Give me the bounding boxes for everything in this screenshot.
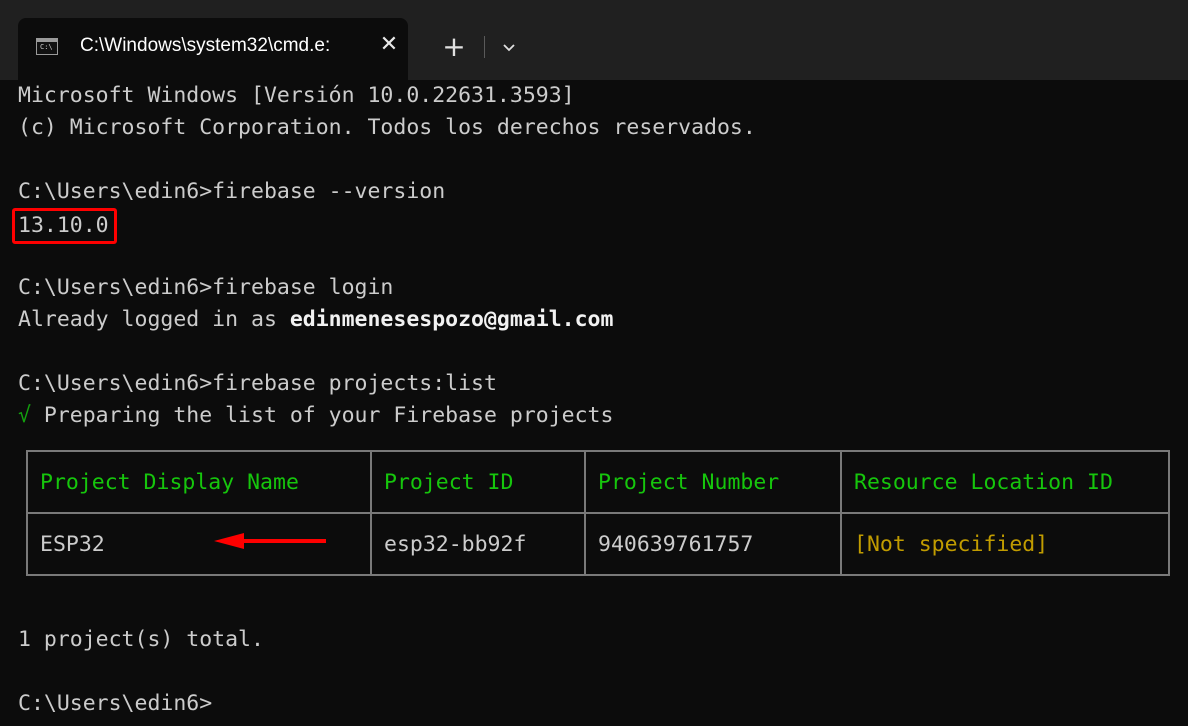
- banner-line: Microsoft Windows [Versión 10.0.22631.35…: [18, 83, 575, 108]
- table-row: ESP32 esp32-bb92f 940639761757 [Not spec…: [26, 512, 1170, 576]
- tab-title: C:\Windows\system32\cmd.e:: [80, 35, 331, 56]
- terminal-window: C:\ C:\Windows\system32\cmd.e: ✕ + Micro…: [0, 0, 1188, 726]
- command-line: C:\Users\edin6>firebase login: [18, 275, 394, 300]
- preparing-text: Preparing the list of your Firebase proj…: [30, 403, 614, 428]
- command-line: C:\Users\edin6>firebase projects:list: [18, 371, 497, 396]
- close-tab-button[interactable]: ✕: [374, 30, 404, 60]
- table-header-row: Project Display Name Project ID Project …: [26, 450, 1170, 514]
- command-line: C:\Users\edin6>firebase --version: [18, 179, 446, 204]
- preparing-line: √ Preparing the list of your Firebase pr…: [18, 400, 1178, 432]
- projects-table: Project Display Name Project ID Project …: [26, 450, 1170, 576]
- tab-cmd[interactable]: C:\ C:\Windows\system32\cmd.e: ✕: [18, 18, 408, 80]
- login-status-prefix: Already logged in as: [18, 307, 290, 332]
- cmd-icon: C:\: [36, 38, 58, 55]
- check-icon: √: [18, 403, 31, 428]
- chevron-down-icon[interactable]: [496, 32, 522, 62]
- copyright-line: (c) Microsoft Corporation. Todos los der…: [18, 115, 756, 140]
- cell-resource-location: [Not specified]: [840, 512, 1170, 576]
- header-resource-location: Resource Location ID: [840, 450, 1170, 514]
- summary-line: 1 project(s) total.: [18, 627, 264, 652]
- login-status-line: Already logged in as edinmenesespozo@gma…: [18, 304, 1178, 336]
- login-email: edinmenesespozo@gmail.com: [289, 307, 614, 332]
- version-output: 13.10.0: [12, 208, 117, 244]
- cell-project-number: 940639761757: [584, 512, 842, 576]
- header-project-number: Project Number: [584, 450, 842, 514]
- new-tab-button[interactable]: +: [436, 30, 472, 64]
- header-project-id: Project ID: [370, 450, 586, 514]
- command-prompt[interactable]: C:\Users\edin6>: [18, 688, 212, 720]
- title-bar: C:\ C:\Windows\system32\cmd.e: ✕ +: [0, 0, 1188, 80]
- left-arrow-icon: [214, 532, 328, 550]
- cell-project-id: esp32-bb92f: [370, 512, 586, 576]
- tab-separator: [484, 36, 485, 58]
- terminal-output[interactable]: Microsoft Windows [Versión 10.0.22631.35…: [12, 80, 1178, 432]
- cmd-icon-text: C:\: [40, 43, 53, 51]
- header-display-name: Project Display Name: [26, 450, 372, 514]
